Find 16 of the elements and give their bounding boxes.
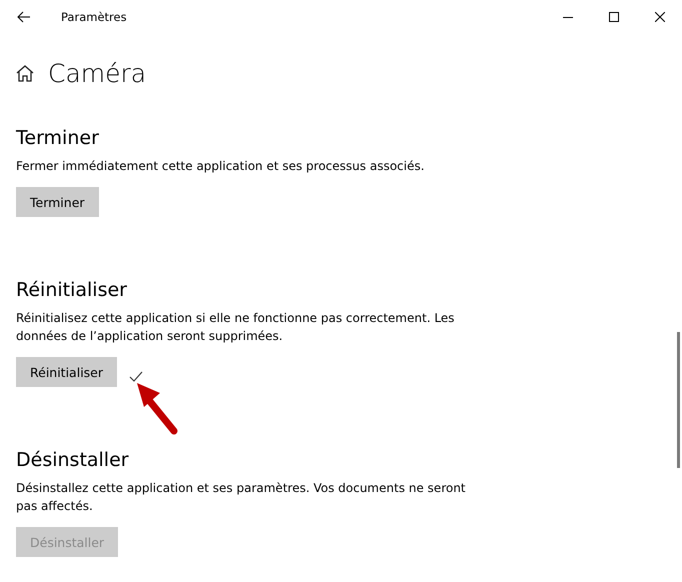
action-button[interactable]: Terminer [16, 187, 99, 217]
section-heading: Réinitialiser [16, 278, 128, 303]
section-description: Réinitialisez cette application si elle ne fonctionne pas correctement. Les données de l’application seront supprimées. [16, 310, 456, 345]
section-description: Désinstallez cette application et ses paramètres. Vos documents ne seront pas affectés. [16, 480, 467, 515]
close-icon[interactable] [655, 12, 665, 22]
home-icon[interactable] [16, 64, 34, 82]
action-button[interactable]: Réinitialiser [16, 357, 118, 387]
maximize-icon[interactable] [609, 12, 619, 22]
window-title: Paramètres [61, 10, 127, 24]
arrow-annotation [134, 381, 180, 437]
scrollbar[interactable] [677, 332, 680, 468]
section-heading: Terminer [16, 126, 100, 151]
page-title: Caméra [48, 58, 146, 88]
section-description: Fermer immédiatement cette application et ses processus associés. [16, 158, 426, 175]
section-heading: Désinstaller [16, 448, 130, 473]
back-icon[interactable] [17, 11, 31, 23]
